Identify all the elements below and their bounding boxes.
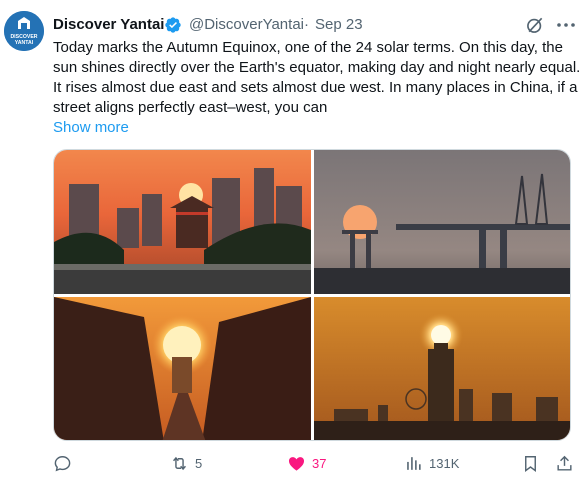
retweet-button[interactable]: 5: [170, 452, 202, 474]
views-count: 131K: [429, 455, 460, 471]
photo-sunset-tower-skyline[interactable]: [314, 297, 570, 440]
views-icon: [407, 456, 421, 470]
share-button[interactable]: [555, 452, 574, 474]
like-count: 37: [312, 455, 327, 471]
tweet-text: Today marks the Autumn Equinox, one of t…: [53, 39, 581, 116]
like-icon: [288, 456, 305, 471]
reply-button[interactable]: [53, 452, 78, 474]
photo-sunset-bridge-cranes[interactable]: [314, 150, 570, 294]
action-bar: 5 37 131K: [53, 452, 581, 476]
tweet-date[interactable]: Sep 23: [315, 15, 363, 35]
views-button[interactable]: 131K: [404, 452, 459, 474]
show-more-link[interactable]: Show more: [53, 118, 129, 138]
share-icon: [557, 455, 572, 471]
bookmark-icon: [525, 455, 536, 472]
photo-grid: [53, 149, 571, 441]
like-button[interactable]: 37: [287, 452, 326, 474]
tweet-header: Discover Yantai @DiscoverYantai · Sep 23: [53, 14, 578, 36]
verified-badge-icon: [165, 17, 181, 33]
grok-icon[interactable]: [525, 15, 545, 35]
svg-text:YANTAI: YANTAI: [15, 40, 34, 46]
photo-sunrise-street[interactable]: [54, 297, 311, 440]
more-icon[interactable]: [556, 18, 576, 32]
avatar[interactable]: DISCOVER YANTAI: [4, 11, 44, 51]
separator-dot: ·: [304, 16, 309, 33]
author-name[interactable]: Discover Yantai: [53, 15, 164, 35]
author-handle[interactable]: @DiscoverYantai: [189, 15, 304, 35]
reply-icon: [54, 455, 71, 471]
bookmark-button[interactable]: [521, 452, 540, 474]
retweet-count: 5: [195, 455, 203, 471]
retweet-icon: [173, 456, 186, 470]
photo-sunset-pagoda-city[interactable]: [54, 150, 311, 294]
